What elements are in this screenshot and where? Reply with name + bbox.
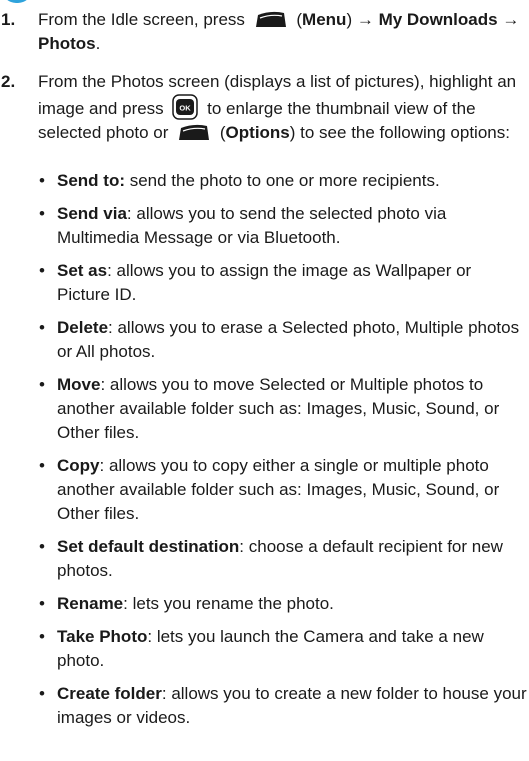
list-item: Delete: allows you to erase a Selected p…: [38, 316, 528, 364]
heading-accent: [2, 0, 66, 5]
left-soft-key-icon: [255, 11, 286, 27]
list-item: Move: allows you to move Selected or Mul…: [38, 373, 528, 445]
step-text: From the Idle screen, press (Menu) → My …: [38, 10, 520, 53]
svg-text:OK: OK: [180, 104, 192, 113]
step-number: 2.: [1, 72, 16, 91]
list-item: Set default destination: choose a defaul…: [38, 535, 528, 583]
list-item: Send via: allows you to send the selecte…: [38, 202, 528, 250]
list-item: Take Photo: lets you launch the Camera a…: [38, 625, 528, 673]
list-item: Create folder: allows you to create a ne…: [38, 682, 528, 730]
list-item: Send to: send the photo to one or more r…: [38, 169, 528, 193]
step-text: From the Photos screen (displays a list …: [38, 72, 517, 142]
step-2: 2. From the Photos screen (displays a li…: [0, 70, 525, 145]
step-1: 1. From the Idle screen, press (Menu) → …: [0, 8, 525, 56]
list-item: Rename: lets you rename the photo.: [38, 592, 528, 616]
list-item: Copy: allows you to copy either a single…: [38, 454, 528, 526]
ok-key-icon: OK: [172, 94, 199, 120]
options-list: Send to: send the photo to one or more r…: [38, 169, 528, 730]
left-soft-key-icon: [179, 124, 210, 140]
step-number: 1.: [1, 10, 16, 29]
list-item: Set as: allows you to assign the image a…: [38, 259, 528, 307]
